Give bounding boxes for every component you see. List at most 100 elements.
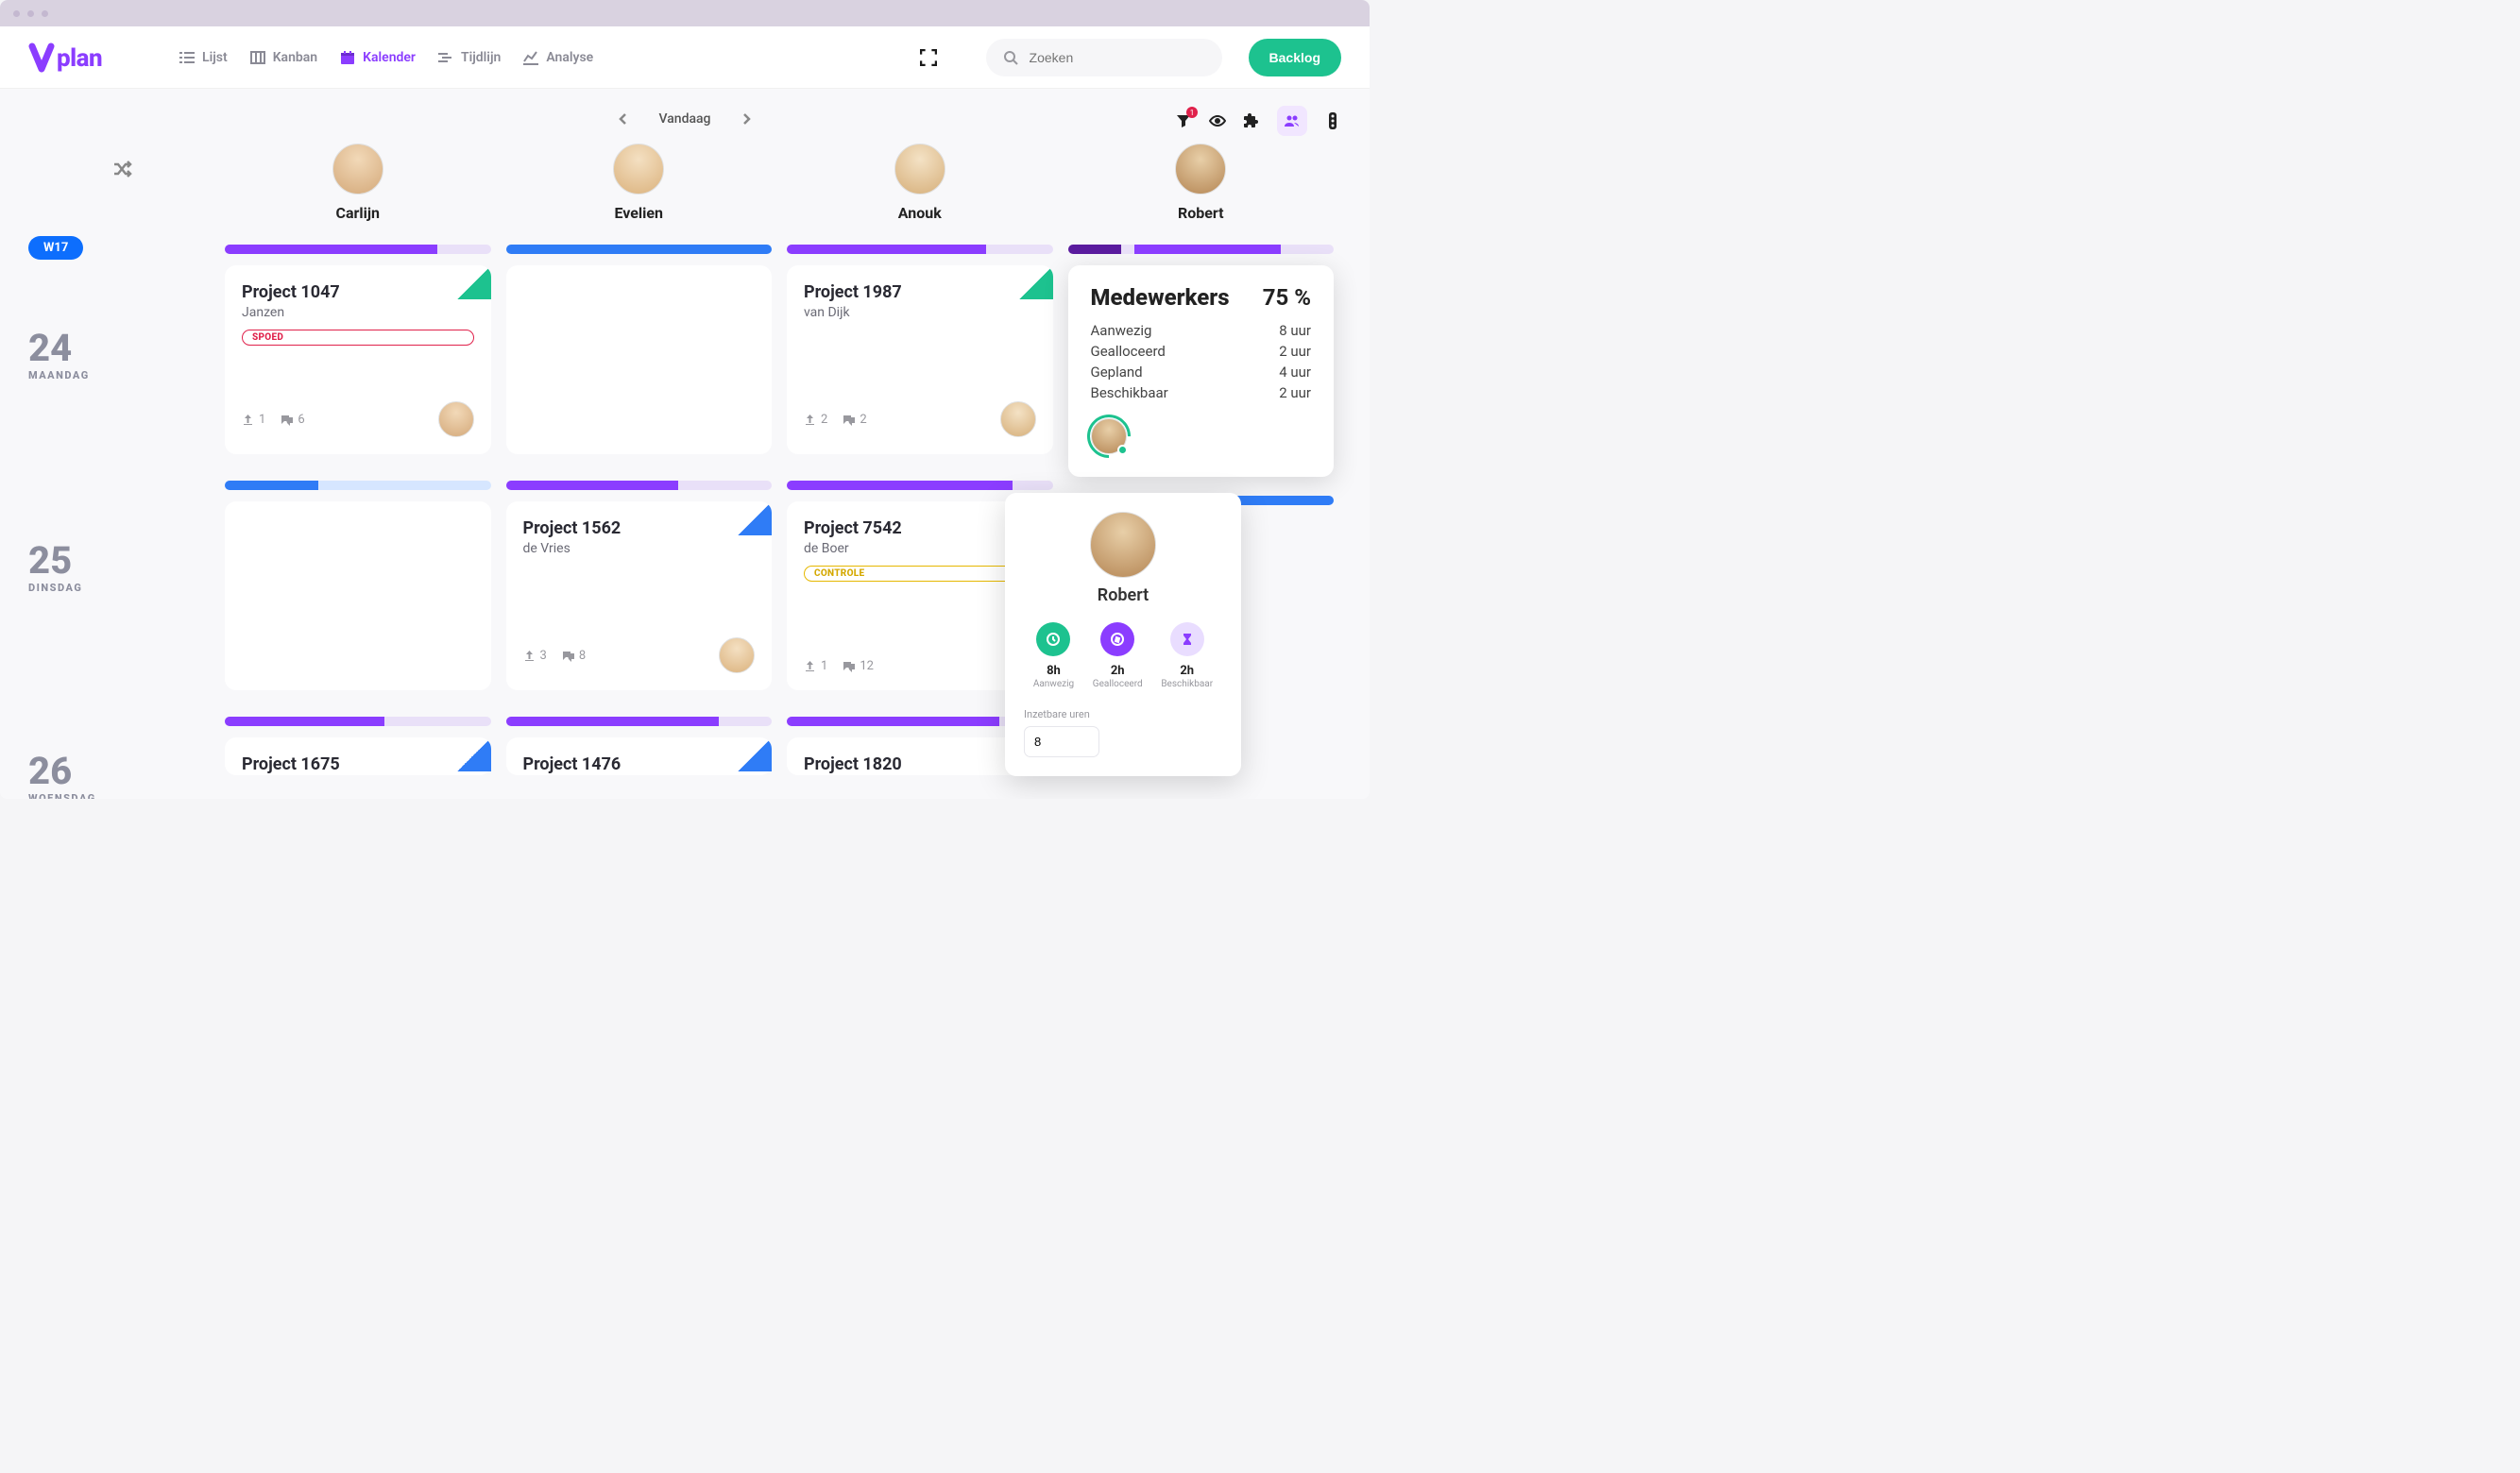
progress-bar — [225, 481, 491, 490]
nav-label: Tijdlijn — [461, 50, 501, 65]
nav-label: Lijst — [202, 50, 228, 65]
day-label: 24 MAANDAG — [28, 330, 217, 381]
window-dot — [13, 10, 20, 17]
people-icon — [1284, 112, 1301, 129]
comment-icon — [843, 414, 855, 426]
stat-gealloceerd: 2h Gealloceerd — [1093, 622, 1143, 689]
avatar[interactable] — [332, 144, 383, 195]
traffic-button[interactable] — [1324, 112, 1341, 129]
nav-tijdlijn[interactable]: Tijdlijn — [438, 50, 501, 65]
tag-controle: CONTROLE — [804, 566, 1036, 582]
comment-icon — [843, 660, 855, 672]
svg-text:plan: plan — [57, 44, 102, 73]
people-button[interactable] — [1277, 106, 1307, 136]
calendar-icon — [340, 50, 355, 65]
medewerkers-panel: Medewerkers 75 % Aanwezig8 uur Geallocee… — [1068, 265, 1335, 477]
project-card[interactable]: Project 1476 — [506, 737, 773, 775]
project-card[interactable]: Project 1675 — [225, 737, 491, 775]
top-nav: plan Lijst Kanban Kalender Tijdlijn Anal… — [0, 26, 1370, 89]
progress-bar — [506, 481, 773, 490]
project-card[interactable]: Project 1562 de Vries 3 8 — [506, 501, 773, 690]
status-dot-icon — [1117, 445, 1128, 455]
filter-button[interactable]: 1 — [1175, 112, 1192, 129]
search-input[interactable] — [1030, 50, 1205, 65]
comment-icon — [281, 414, 293, 426]
project-card[interactable]: Project 1047 Janzen SPOED 1 6 — [225, 265, 491, 454]
window-dot — [27, 10, 34, 17]
backlog-button[interactable]: Backlog — [1249, 39, 1341, 76]
nav-label: Kanban — [273, 50, 317, 65]
avatar[interactable] — [894, 144, 945, 195]
plugin-icon — [1244, 113, 1259, 128]
day-label: 26 WOENSDAG — [28, 753, 217, 799]
empty-card[interactable] — [225, 501, 491, 690]
project-card[interactable]: Project 1987 van Dijk 2 2 — [787, 265, 1053, 454]
card-corner-icon — [738, 501, 772, 535]
upload-icon — [804, 414, 816, 426]
progress-bar — [787, 481, 1053, 490]
today-button[interactable]: Vandaag — [659, 111, 711, 127]
filter-badge: 1 — [1186, 107, 1198, 118]
progress-bar — [225, 717, 491, 726]
progress-bar — [506, 717, 773, 726]
card-corner-icon — [1019, 265, 1053, 299]
inzetbare-uren-input[interactable] — [1024, 726, 1099, 757]
shuffle-icon[interactable] — [112, 159, 133, 179]
window-dot — [42, 10, 48, 17]
person-name: Robert — [1178, 204, 1224, 222]
date-nav: Vandaag — [28, 111, 1341, 127]
week-badge: W17 — [28, 236, 83, 260]
person-column: Carlijn Project 1047 Janzen SPOED 1 6 — [217, 144, 499, 799]
avatar-with-status[interactable] — [1091, 418, 1127, 454]
progress-bar — [225, 245, 491, 254]
eye-icon — [1209, 112, 1226, 129]
window-title-bar — [0, 0, 1370, 26]
avatar[interactable] — [719, 637, 755, 673]
next-arrow-icon[interactable] — [741, 113, 752, 125]
visibility-button[interactable] — [1209, 112, 1226, 129]
traffic-icon — [1326, 112, 1339, 129]
avatar[interactable] — [1000, 401, 1036, 437]
card-corner-icon — [457, 265, 491, 299]
card-corner-icon — [457, 737, 491, 771]
kanban-icon — [250, 50, 265, 65]
empty-card[interactable] — [506, 265, 773, 454]
comment-icon — [562, 650, 574, 662]
avatar[interactable] — [613, 144, 664, 195]
avatar[interactable] — [438, 401, 474, 437]
person-name: Carlijn — [336, 204, 381, 222]
puzzle-button[interactable] — [1243, 112, 1260, 129]
timeline-icon — [438, 50, 453, 65]
search-icon — [1003, 50, 1018, 65]
avatar[interactable] — [1175, 144, 1226, 195]
compass-icon — [1110, 632, 1125, 647]
hourglass-icon — [1181, 633, 1194, 646]
upload-icon — [804, 660, 816, 672]
nav-label: Analyse — [546, 50, 593, 65]
progress-bar — [787, 245, 1053, 254]
upload-icon — [523, 650, 536, 662]
nav-lijst[interactable]: Lijst — [179, 50, 228, 65]
nav-kanban[interactable]: Kanban — [250, 50, 317, 65]
progress-bar — [1068, 245, 1335, 254]
clock-icon — [1046, 632, 1061, 647]
chart-icon — [523, 50, 538, 65]
person-column: Evelien Project 1562 de Vries 3 8 — [499, 144, 780, 799]
progress-bar — [506, 245, 773, 254]
nav-analyse[interactable]: Analyse — [523, 50, 593, 65]
search-bar[interactable] — [986, 39, 1222, 76]
prev-arrow-icon[interactable] — [618, 113, 629, 125]
stat-aanwezig: 8h Aanwezig — [1033, 622, 1074, 689]
person-name: Evelien — [614, 204, 663, 222]
stat-beschikbaar: 2h Beschikbaar — [1161, 622, 1213, 689]
nav-kalender[interactable]: Kalender — [340, 50, 416, 65]
person-name: Anouk — [898, 204, 942, 222]
expand-icon[interactable] — [920, 49, 937, 66]
day-label: 25 DINSDAG — [28, 542, 217, 594]
list-icon — [179, 50, 195, 65]
avatar[interactable] — [1090, 512, 1156, 578]
nav-label: Kalender — [363, 50, 416, 65]
logo: plan — [28, 41, 132, 75]
card-corner-icon — [738, 737, 772, 771]
upload-icon — [242, 414, 254, 426]
